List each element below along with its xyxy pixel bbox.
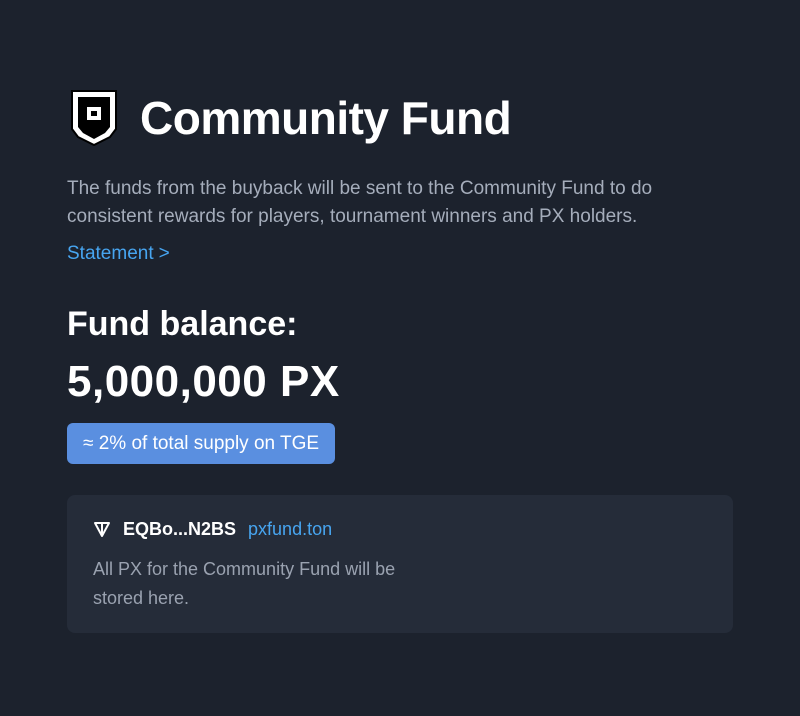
wallet-address[interactable]: EQBo...N2BS xyxy=(123,519,236,540)
ton-icon xyxy=(94,522,110,537)
fund-balance-label: Fund balance: xyxy=(67,305,298,343)
wallet-domain-link[interactable]: pxfund.ton xyxy=(248,519,332,540)
supply-badge: ≈ 2% of total supply on TGE xyxy=(67,423,336,464)
page-header: Community Fund xyxy=(70,86,512,150)
community-fund-page: Community Fund The funds from the buybac… xyxy=(0,0,800,716)
wallet-row: EQBo...N2BS pxfund.ton xyxy=(93,517,332,541)
wallet-card: EQBo...N2BS pxfund.ton All PX for the Co… xyxy=(67,495,733,633)
chevron-right-icon: > xyxy=(158,243,170,264)
fund-description: The funds from the buyback will be sent … xyxy=(67,178,653,227)
fund-balance-value: 5,000,000 PX xyxy=(67,357,340,406)
page-title: Community Fund xyxy=(140,92,512,144)
statement-link-label: Statement xyxy=(67,243,154,264)
shield-logo-icon xyxy=(71,90,117,147)
statement-link[interactable]: Statement > xyxy=(67,243,170,265)
wallet-note: All PX for the Community Fund will be st… xyxy=(93,559,396,608)
